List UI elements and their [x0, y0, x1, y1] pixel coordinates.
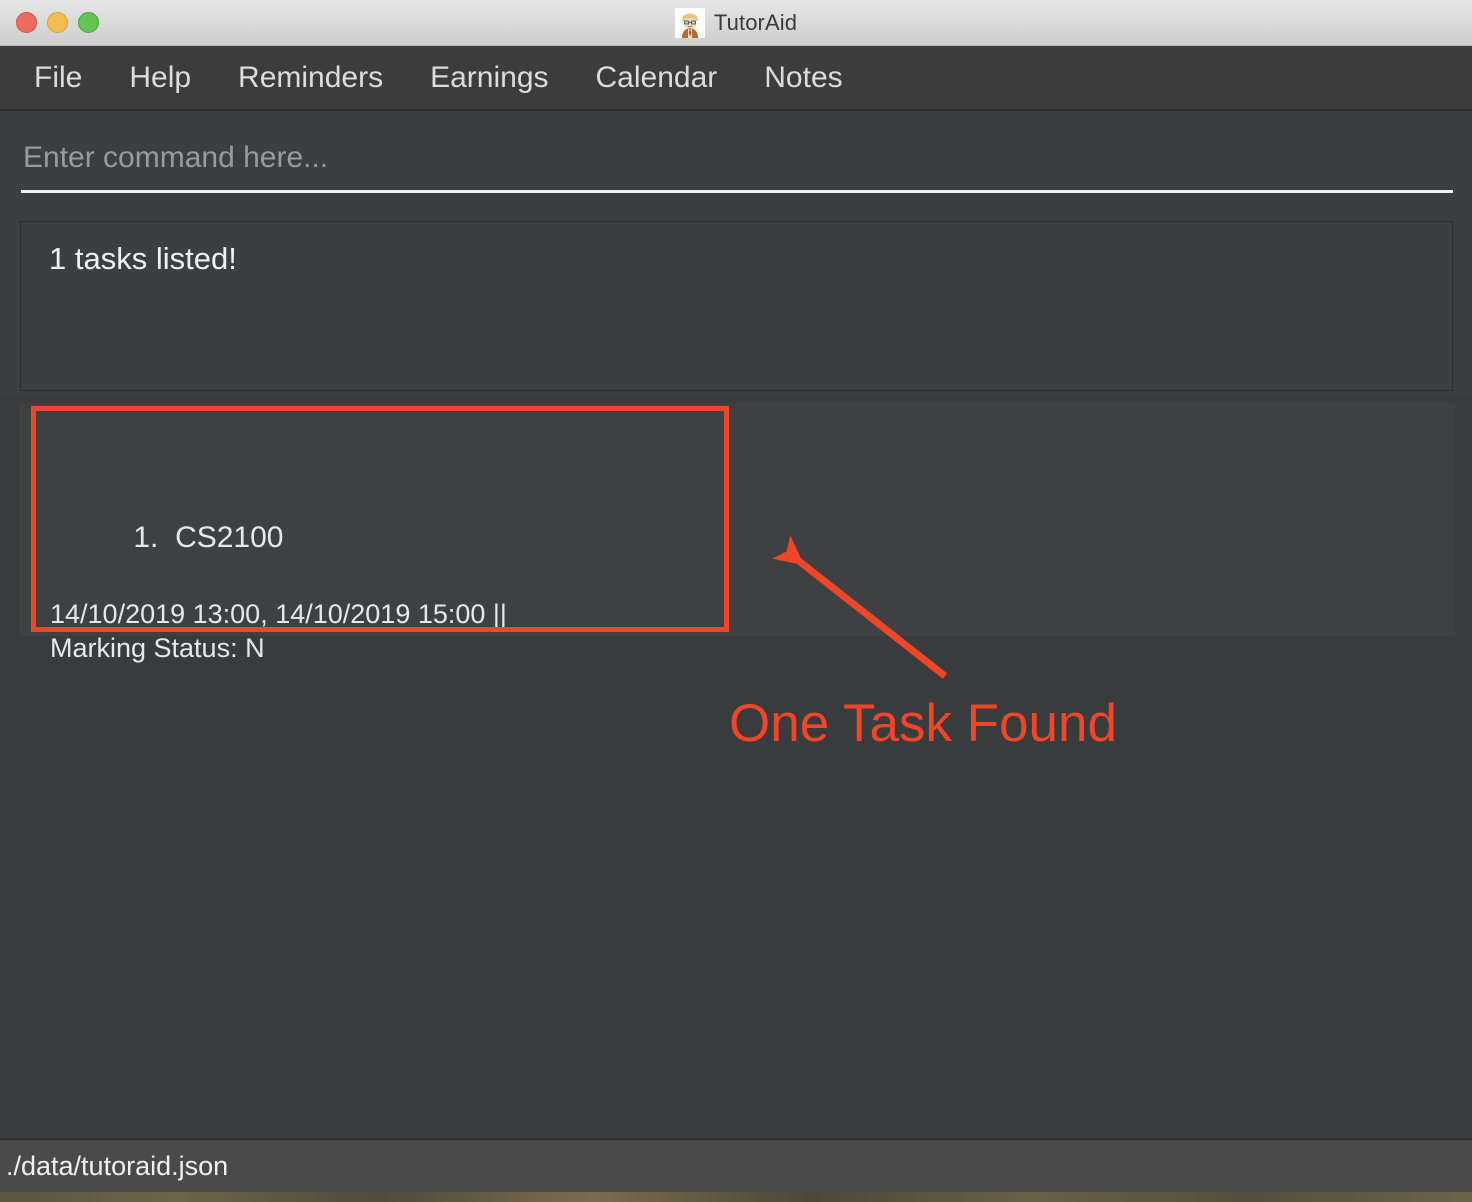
task-details: 1. CS2100 14/10/2019 13:00, 14/10/2019 1…: [50, 481, 507, 665]
task-list-pane: 1. CS2100 14/10/2019 13:00, 14/10/2019 1…: [0, 394, 1472, 1139]
task-index: 1.: [133, 521, 159, 555]
window-title: TutorAid: [713, 10, 798, 35]
desktop-background-sliver: [0, 1192, 1472, 1202]
status-bar: ./data/tutoraid.json: [0, 1139, 1472, 1192]
window-title-group: TutorAid: [0, 0, 1472, 46]
tutoraid-window: TutorAid File Help Reminders Earnings Ca…: [0, 0, 1472, 1202]
status-file-path: ./data/tutoraid.json: [6, 1150, 229, 1181]
menu-bar: File Help Reminders Earnings Calendar No…: [0, 46, 1472, 109]
menu-item-reminders[interactable]: Reminders: [238, 62, 383, 93]
task-schedule: 14/10/2019 13:00, 14/10/2019 15:00 ||: [50, 599, 507, 630]
command-pane: [0, 109, 1472, 212]
menu-item-help[interactable]: Help: [129, 62, 191, 93]
menu-item-file[interactable]: File: [34, 62, 82, 93]
task-title-row: 1. CS2100: [50, 481, 507, 596]
result-display-box: 1 tasks listed!: [20, 221, 1453, 391]
window-titlebar: TutorAid: [0, 0, 1472, 46]
result-message: 1 tasks listed!: [49, 241, 237, 276]
menu-item-calendar[interactable]: Calendar: [596, 62, 718, 93]
tutor-avatar-icon: [674, 8, 705, 38]
menu-item-notes[interactable]: Notes: [764, 62, 842, 93]
list-item[interactable]: 1. CS2100 14/10/2019 13:00, 14/10/2019 1…: [19, 403, 1455, 662]
task-marking-status: Marking Status: N: [50, 632, 265, 663]
menu-item-earnings[interactable]: Earnings: [430, 62, 548, 93]
result-pane: 1 tasks listed!: [0, 212, 1472, 394]
task-name: CS2100: [175, 521, 284, 555]
command-input[interactable]: [21, 133, 1453, 193]
